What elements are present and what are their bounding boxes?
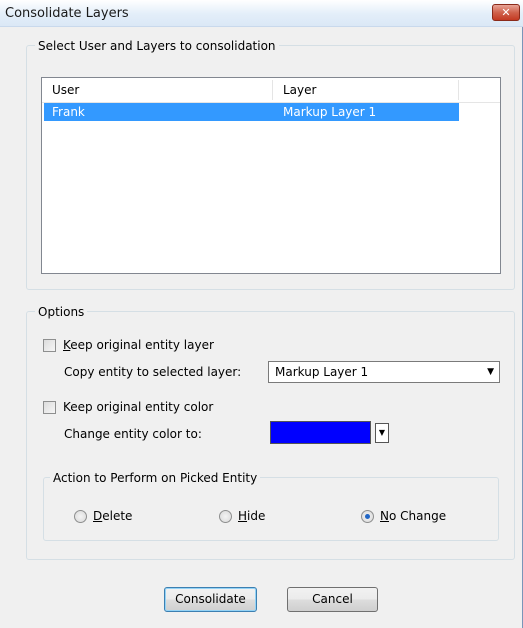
- keep-layer-label-rest: eep original entity layer: [70, 338, 214, 352]
- layer-select-value: Markup Layer 1: [275, 365, 369, 379]
- action-group-legend: Action to Perform on Picked Entity: [50, 470, 261, 486]
- consolidate-layers-dialog: Consolidate Layers ✕ Select User and Lay…: [0, 0, 523, 628]
- row-user: Frank: [52, 105, 85, 119]
- row-layer: Markup Layer 1: [283, 105, 377, 119]
- delete-radio[interactable]: [74, 510, 87, 523]
- options-group-legend: Options: [35, 304, 88, 320]
- change-color-label: Change entity color to:: [64, 427, 202, 441]
- no-change-label-rest: o Change: [388, 509, 447, 523]
- delete-label[interactable]: Delete: [93, 508, 132, 524]
- list-header: User Layer: [42, 78, 500, 103]
- keep-color-checkbox[interactable]: [43, 401, 56, 414]
- chevron-down-icon: ▼: [487, 367, 494, 377]
- hide-label[interactable]: Hide: [238, 508, 265, 524]
- layer-select[interactable]: Markup Layer 1 ▼: [268, 361, 500, 383]
- no-change-radio[interactable]: [361, 510, 374, 523]
- hide-label-rest: ide: [247, 509, 266, 523]
- hide-mnemonic: H: [238, 509, 248, 523]
- no-change-mnemonic: N: [380, 509, 389, 523]
- column-separator: [458, 80, 459, 100]
- copy-entity-label: Copy entity to selected layer:: [64, 365, 242, 379]
- window-title: Consolidate Layers: [5, 6, 129, 21]
- chevron-down-icon: ▼: [378, 428, 386, 437]
- delete-label-rest: elete: [102, 509, 133, 523]
- title-bar[interactable]: Consolidate Layers ✕: [0, 0, 523, 27]
- entity-color-swatch[interactable]: [270, 421, 371, 444]
- keep-layer-label[interactable]: Keep original entity layer: [63, 337, 214, 353]
- color-dropdown-button[interactable]: ▼: [375, 423, 389, 443]
- hide-radio[interactable]: [219, 510, 232, 523]
- column-header-user[interactable]: User: [42, 78, 272, 102]
- keep-color-label[interactable]: Keep original entity color: [63, 399, 213, 415]
- select-group-legend: Select User and Layers to consolidation: [35, 38, 279, 54]
- table-row[interactable]: Frank Markup Layer 1: [44, 103, 459, 121]
- consolidate-button[interactable]: Consolidate: [164, 587, 257, 612]
- keep-layer-checkbox[interactable]: [43, 339, 56, 352]
- close-icon[interactable]: ✕: [492, 4, 520, 21]
- cancel-button[interactable]: Cancel: [287, 587, 378, 612]
- delete-mnemonic: D: [93, 509, 103, 523]
- column-header-layer[interactable]: Layer: [273, 78, 458, 102]
- user-layer-list[interactable]: User Layer Frank Markup Layer 1: [41, 77, 501, 274]
- no-change-label[interactable]: No Change: [380, 508, 446, 524]
